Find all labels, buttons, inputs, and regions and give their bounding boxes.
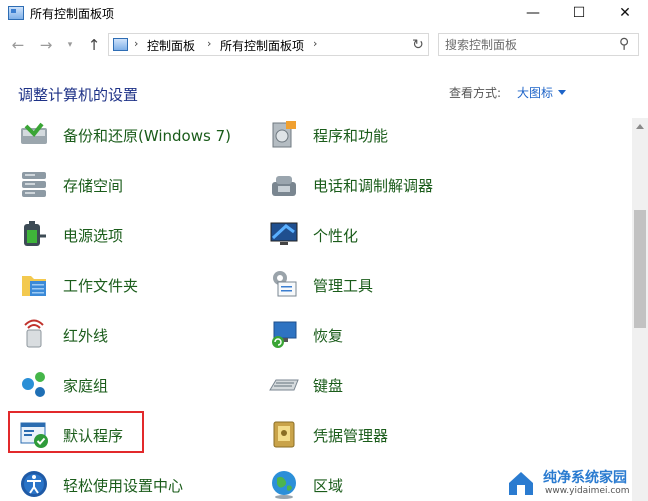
view-by-value[interactable]: 大图标 [517, 86, 553, 100]
item-label[interactable]: 备份和还原(Windows 7) [63, 125, 231, 146]
breadcrumb-control-panel[interactable]: 控制面板 [147, 37, 195, 54]
item-label[interactable]: 个性化 [313, 225, 358, 246]
recovery-icon [272, 321, 297, 348]
minimize-button[interactable]: — [510, 0, 556, 26]
item-personalization[interactable]: 个性化 [268, 214, 508, 254]
item-region[interactable]: 区域 [268, 464, 508, 501]
watermark-text: 纯净系统家园 [543, 470, 627, 486]
breadcrumb-separator[interactable]: › [134, 37, 138, 50]
refresh-icon[interactable]: ↻ [408, 35, 428, 54]
admin-tools-icon [273, 271, 297, 297]
maximize-button[interactable]: ☐ [556, 0, 602, 26]
item-storage-spaces[interactable]: 存储空间 [18, 164, 258, 204]
item-label[interactable]: 存储空间 [63, 175, 123, 196]
item-programs-features[interactable]: 程序和功能 [268, 114, 508, 154]
item-label[interactable]: 红外线 [63, 325, 108, 346]
items-grid: 备份和还原(Windows 7) 存储空间 电源选项 工作文件夹 红外线 家庭组… [0, 110, 632, 501]
address-bar[interactable]: › 控制面板 › 所有控制面板项 › ↻ [108, 33, 429, 56]
item-admin-tools[interactable]: 管理工具 [268, 264, 508, 304]
item-label[interactable]: 管理工具 [313, 275, 373, 296]
homegroup-icon [22, 372, 45, 397]
window-title: 所有控制面板项 [30, 7, 115, 21]
item-backup-restore[interactable]: 备份和还原(Windows 7) [18, 114, 258, 154]
phone-modem-icon [272, 176, 296, 196]
page-title: 调整计算机的设置 [18, 86, 139, 104]
close-button[interactable]: ✕ [602, 0, 648, 26]
highlight-box [8, 411, 144, 453]
item-power-options[interactable]: 电源选项 [18, 214, 258, 254]
item-label[interactable]: 电源选项 [63, 225, 123, 246]
infrared-icon [24, 319, 44, 348]
item-infrared[interactable]: 红外线 [18, 314, 258, 354]
scrollbar-thumb[interactable] [634, 210, 646, 328]
keyboard-icon [269, 379, 299, 391]
search-icon[interactable]: ⚲ [619, 36, 629, 52]
item-label[interactable]: 家庭组 [63, 375, 108, 396]
item-label[interactable]: 工作文件夹 [63, 275, 138, 296]
item-label[interactable]: 凭据管理器 [313, 425, 388, 446]
item-ease-of-access[interactable]: 轻松使用设置中心 [18, 464, 258, 501]
item-label[interactable]: 轻松使用设置中心 [63, 475, 183, 496]
work-folders-icon [22, 276, 46, 296]
watermark: 纯净系统家园 www.yidaimei.com [505, 467, 645, 499]
vertical-scrollbar[interactable] [632, 118, 648, 501]
personalization-icon [270, 222, 298, 245]
storage-spaces-icon [22, 172, 46, 197]
dropdown-arrow-icon[interactable] [558, 90, 567, 95]
up-arrow-icon[interactable]: ↑ [84, 35, 104, 55]
navigation-bar: ← → ▾ ↑ › 控制面板 › 所有控制面板项 › ↻ ⚲ [0, 26, 648, 64]
breadcrumb-separator[interactable]: › [313, 37, 317, 50]
watermark-url: www.yidaimei.com [545, 486, 630, 496]
view-by-label: 查看方式: [449, 86, 502, 100]
forward-arrow-icon[interactable]: → [36, 35, 56, 55]
recent-locations-chevron-icon[interactable]: ▾ [60, 35, 80, 55]
item-label[interactable]: 程序和功能 [313, 125, 388, 146]
search-input[interactable] [445, 36, 605, 53]
item-label[interactable]: 区域 [313, 475, 343, 496]
item-credential-manager[interactable]: 凭据管理器 [268, 414, 508, 454]
watermark-logo-icon [509, 472, 533, 495]
breadcrumb-all-items[interactable]: 所有控制面板项 [220, 37, 304, 54]
item-phone-modem[interactable]: 电话和调制解调器 [268, 164, 508, 204]
region-icon [272, 471, 296, 499]
item-label[interactable]: 键盘 [313, 375, 343, 396]
title-bar: 所有控制面板项 — ☐ ✕ [0, 0, 648, 26]
item-work-folders[interactable]: 工作文件夹 [18, 264, 258, 304]
back-arrow-icon[interactable]: ← [8, 35, 28, 55]
ease-of-access-icon [21, 471, 47, 497]
programs-features-icon [272, 121, 296, 148]
control-panel-icon [8, 6, 24, 20]
backup-restore-icon [21, 122, 47, 144]
item-label[interactable]: 恢复 [313, 325, 343, 346]
item-keyboard[interactable]: 键盘 [268, 364, 508, 404]
item-homegroup[interactable]: 家庭组 [18, 364, 258, 404]
search-box[interactable]: ⚲ [438, 33, 639, 56]
item-label[interactable]: 电话和调制解调器 [313, 175, 433, 196]
credential-manager-icon [273, 421, 295, 448]
control-panel-icon [113, 38, 128, 51]
item-recovery[interactable]: 恢复 [268, 314, 508, 354]
view-by-dropdown[interactable]: 大图标 [517, 84, 567, 101]
breadcrumb-separator[interactable]: › [207, 37, 211, 50]
power-options-icon [24, 221, 46, 246]
scroll-up-arrow-icon[interactable] [636, 124, 644, 129]
